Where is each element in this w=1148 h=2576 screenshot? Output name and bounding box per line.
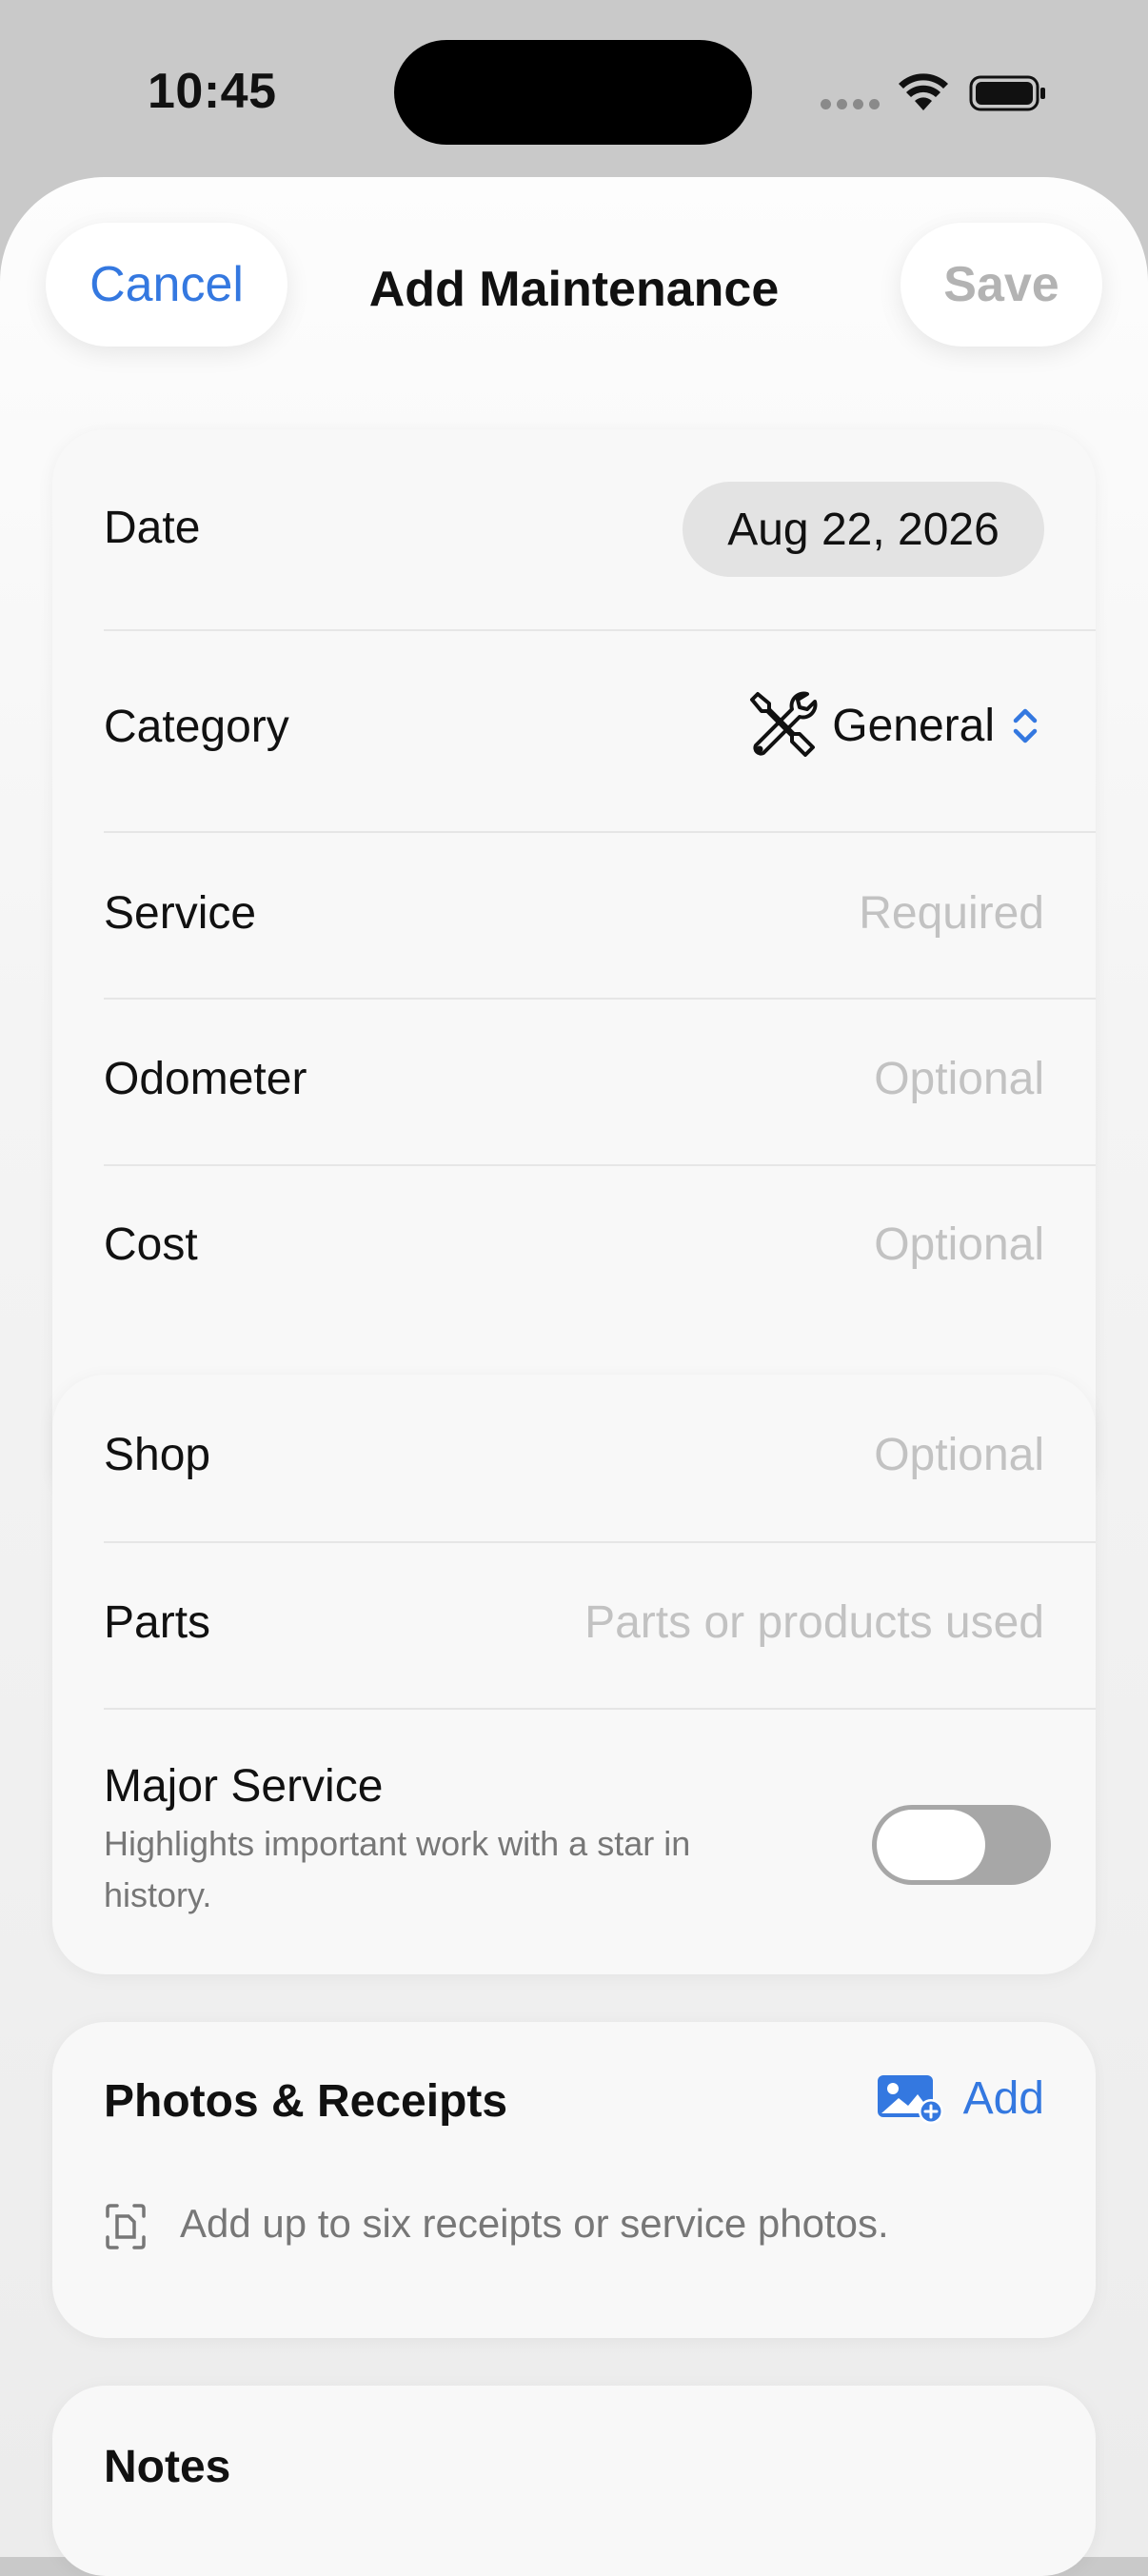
cellular-signal-icon: [821, 99, 880, 112]
cost-row[interactable]: Cost Optional: [52, 1165, 1096, 1331]
photo-add-icon: [877, 2075, 943, 2124]
photos-title: Photos & Receipts: [104, 2076, 508, 2127]
category-row-content: Category General: [52, 630, 1096, 831]
major-service-description: Highlights important work with a star in…: [104, 1824, 691, 1914]
dynamic-island: [394, 40, 752, 145]
toggle-knob: [877, 1810, 985, 1880]
major-service-row: Major Service Highlights important work …: [52, 1709, 1096, 1974]
wifi-icon: [899, 73, 948, 110]
chevron-up-down-icon: [1013, 708, 1038, 743]
add-photo-button[interactable]: Add: [876, 2071, 1044, 2125]
notes-card: Notes: [52, 2386, 1096, 2576]
add-photo-label: Add: [962, 2072, 1044, 2124]
status-bar: 10:45: [0, 0, 1148, 181]
date-label: Date: [104, 503, 201, 553]
date-picker-button[interactable]: Aug 22, 2026: [683, 482, 1044, 577]
service-input[interactable]: Required: [859, 887, 1044, 940]
odometer-label: Odometer: [104, 1054, 307, 1104]
odometer-row[interactable]: Odometer Optional: [52, 999, 1096, 1164]
document-scan-icon: [106, 2204, 146, 2249]
category-value: General: [832, 700, 995, 751]
notes-title: Notes: [104, 2442, 231, 2492]
cost-label: Cost: [104, 1219, 198, 1270]
battery-icon: [969, 75, 1045, 111]
parts-row[interactable]: Parts Parts or products used: [52, 1542, 1096, 1708]
shop-row[interactable]: Shop Optional: [52, 1375, 1096, 1541]
details-card: Date Aug 22, 2026 Category Category Gene…: [52, 429, 1096, 1509]
shop-input[interactable]: Optional: [874, 1429, 1044, 1481]
cost-input[interactable]: Optional: [874, 1219, 1044, 1271]
date-row: Date Aug 22, 2026: [52, 429, 1096, 629]
photos-hint: Add up to six receipts or service photos…: [180, 2201, 889, 2246]
shop-label: Shop: [104, 1430, 211, 1480]
major-service-toggle[interactable]: [872, 1805, 1051, 1885]
service-label: Service: [104, 888, 257, 939]
parts-input[interactable]: Parts or products used: [584, 1596, 1044, 1649]
save-button[interactable]: Save: [901, 223, 1102, 347]
tools-icon: [750, 691, 818, 757]
service-row[interactable]: Service Required: [52, 832, 1096, 998]
major-service-label: Major Service: [104, 1761, 384, 1812]
category-selector[interactable]: General: [746, 687, 1044, 763]
parts-label: Parts: [104, 1597, 211, 1648]
shop-parts-card: Shop Optional Parts Parts or products us…: [52, 1375, 1096, 1974]
odometer-input[interactable]: Optional: [874, 1053, 1044, 1105]
status-time: 10:45: [148, 64, 277, 119]
category-label-text: Category: [104, 702, 289, 752]
photos-card: Photos & Receipts Add Add up to six rece…: [52, 2022, 1096, 2338]
